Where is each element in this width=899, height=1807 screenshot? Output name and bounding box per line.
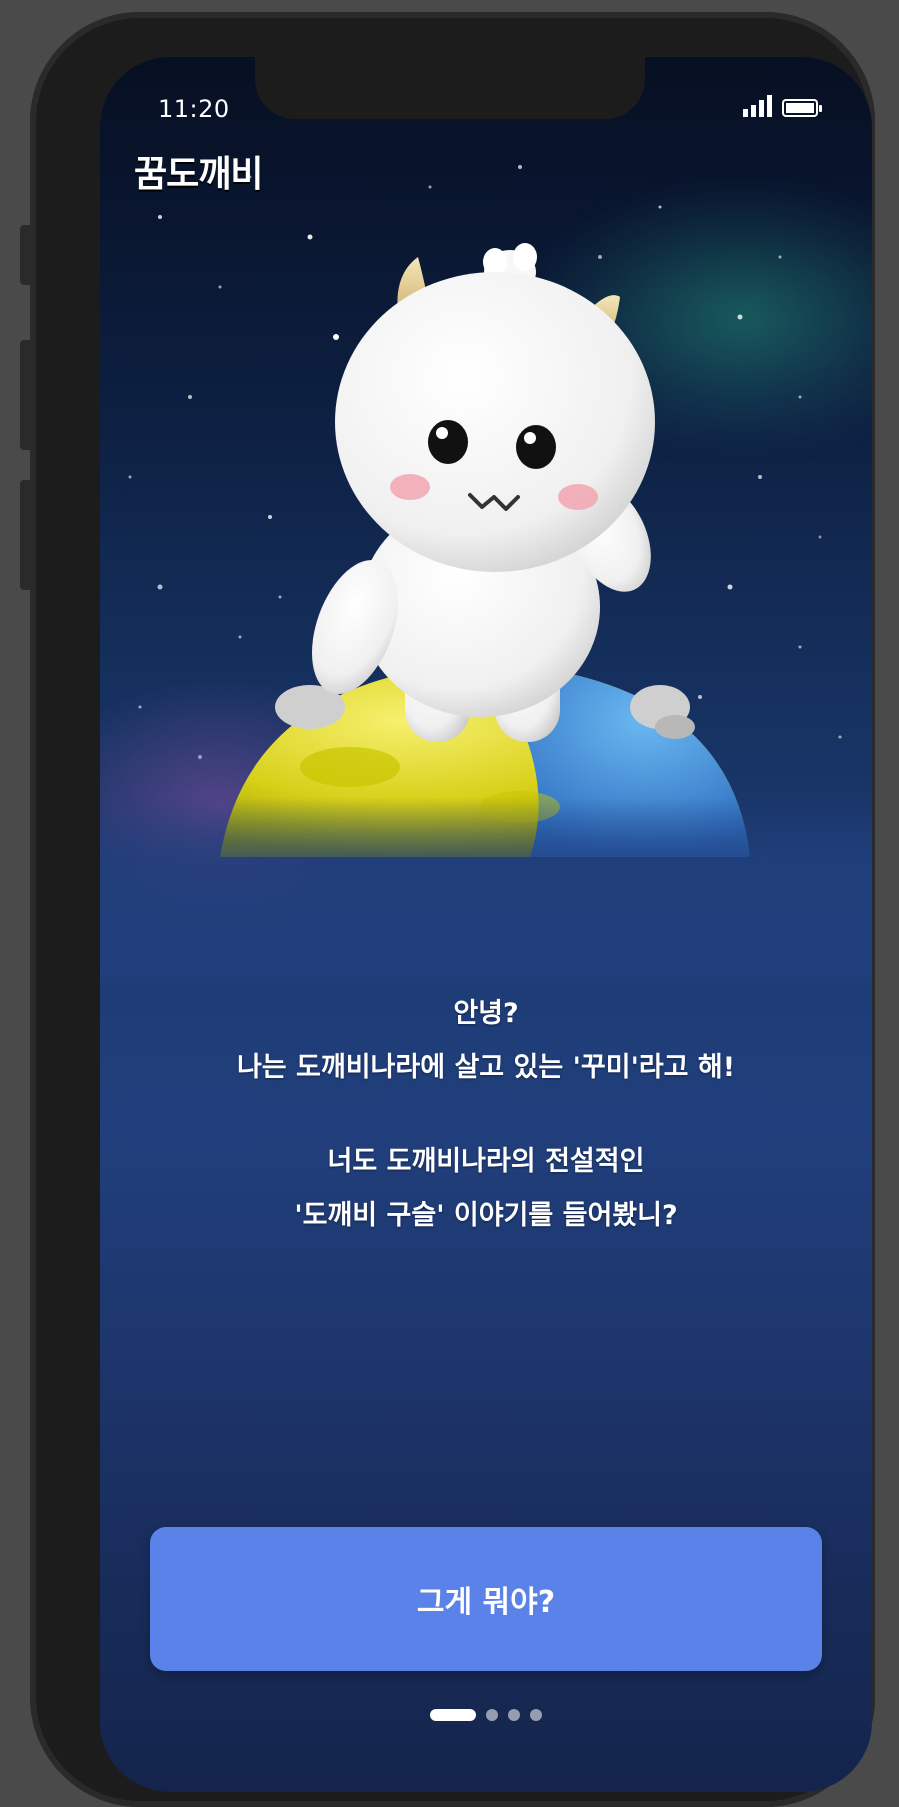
phone-notch xyxy=(255,57,645,119)
app-logo: 꿈도깨비 xyxy=(134,154,263,195)
question-line-1: 너도 도깨비나라의 전설적인 xyxy=(327,1146,645,1177)
app-screen: 11:20 꿈도깨비 안녕? 나는 도깨비나라에 살고 있는 '꾸미'라고 해!… xyxy=(100,57,872,1792)
mascot-illustration xyxy=(220,243,750,857)
intro-text: 나는 도깨비나라에 살고 있는 '꾸미'라고 해! xyxy=(236,1052,736,1083)
dialog-panel-fade xyxy=(100,797,872,977)
status-time: 11:20 xyxy=(158,95,230,123)
phone-frame: 11:20 꿈도깨비 안녕? 나는 도깨비나라에 살고 있는 '꾸미'라고 해!… xyxy=(30,12,875,1807)
dialog-text-block: 안녕? 나는 도깨비나라에 살고 있는 '꾸미'라고 해! 너도 도깨비나라의 … xyxy=(100,987,872,1243)
signal-icon xyxy=(743,95,772,117)
page-dot-2[interactable] xyxy=(486,1709,498,1721)
page-dot-1-active[interactable] xyxy=(430,1709,476,1721)
status-icons xyxy=(743,95,822,117)
page-indicator xyxy=(100,1709,872,1721)
whats-that-button[interactable]: 그게 뭐야? xyxy=(150,1527,822,1671)
greeting-text: 안녕? xyxy=(453,998,519,1029)
battery-icon xyxy=(782,99,822,117)
question-line-2: '도깨비 구슬' 이야기를 들어봤니? xyxy=(294,1200,678,1231)
page-dot-3[interactable] xyxy=(508,1709,520,1721)
page-dot-4[interactable] xyxy=(530,1709,542,1721)
